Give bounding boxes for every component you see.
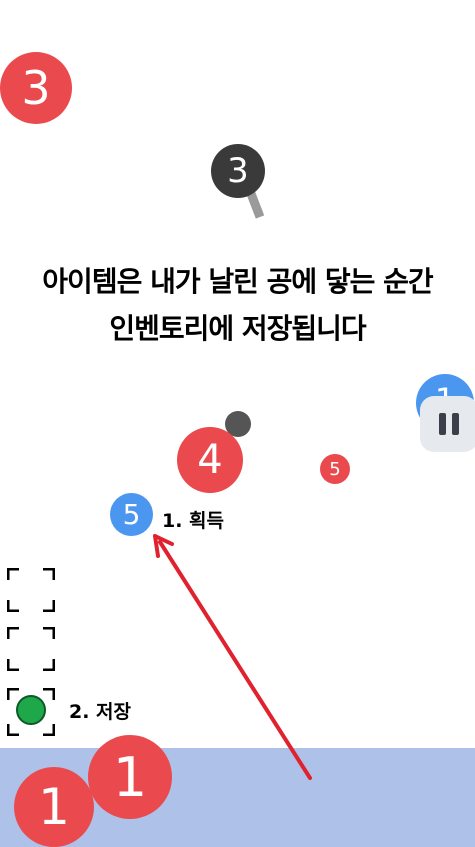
arrow-up-left-icon <box>153 534 312 780</box>
